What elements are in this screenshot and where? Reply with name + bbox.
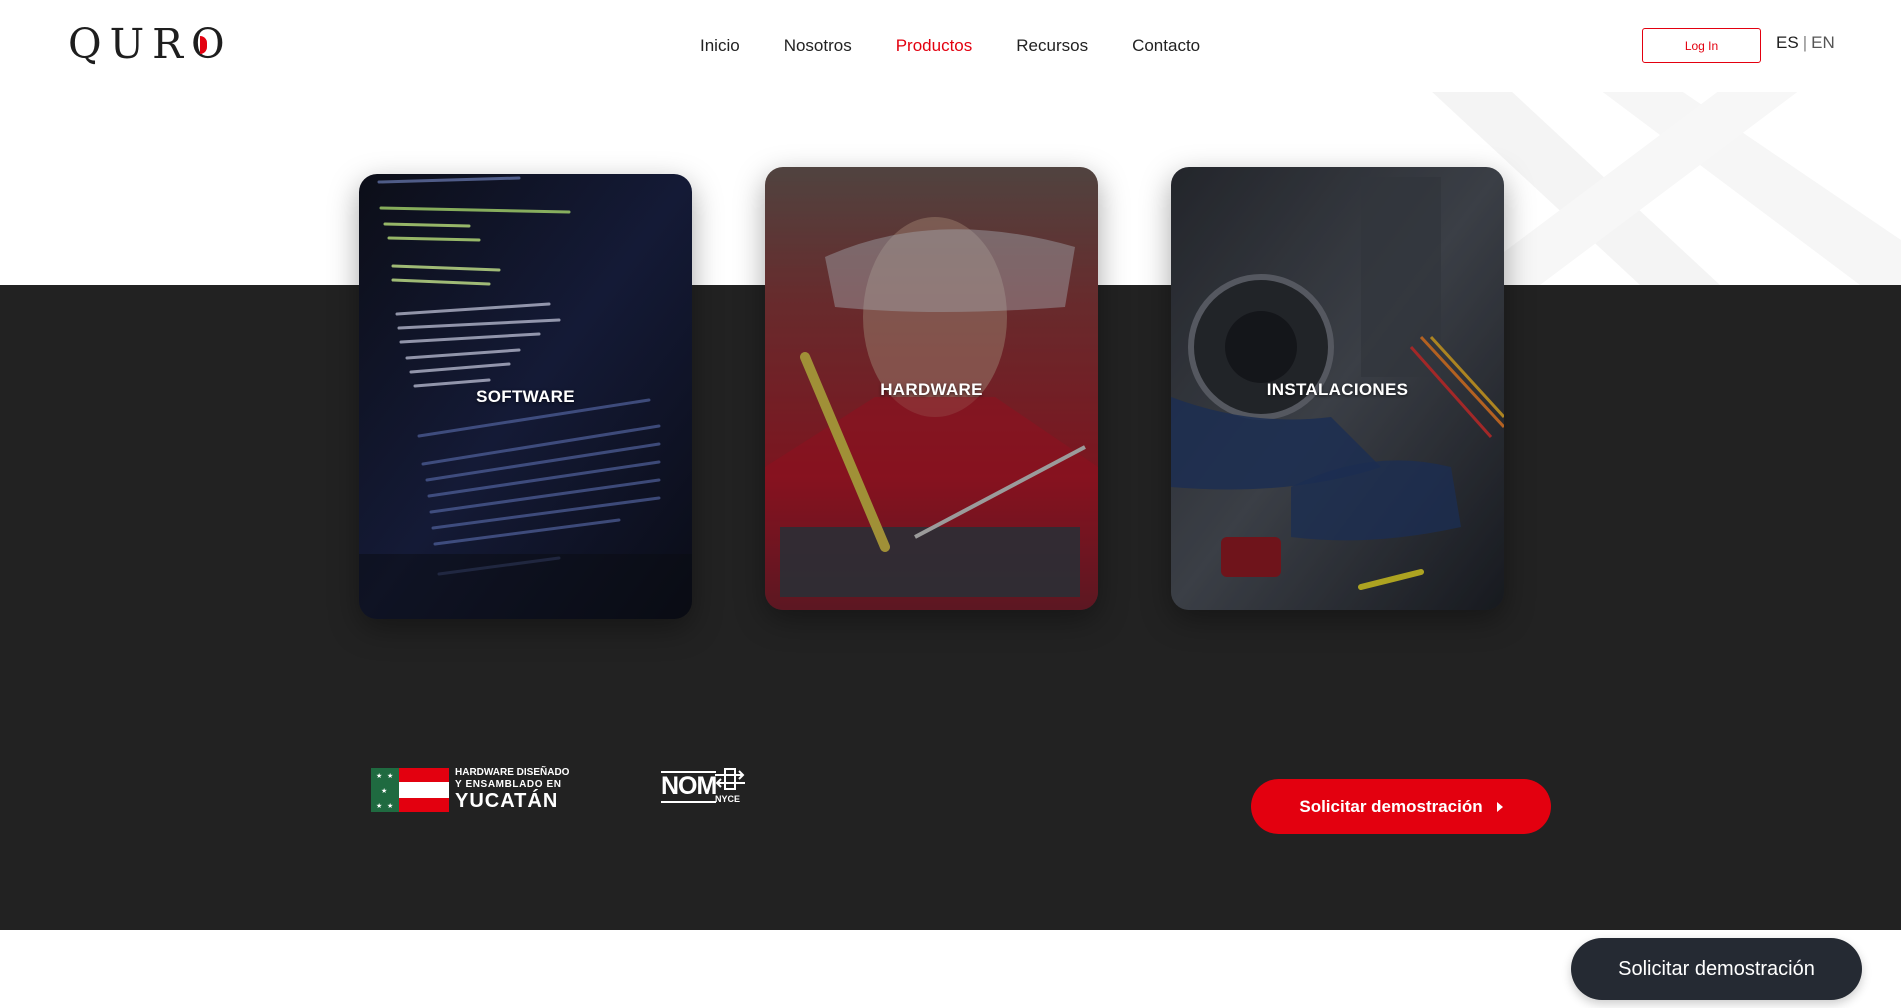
request-demo-label: Solicitar demostración: [1299, 796, 1483, 816]
yucatan-line2: Y ENSAMBLADO EN: [455, 779, 562, 790]
software-card[interactable]: SOFTWARE: [359, 174, 692, 619]
nom-nyce-certification-badge: NOM NYCE: [661, 767, 747, 807]
main-nav: Inicio Nosotros Productos Recursos Conta…: [700, 36, 1200, 56]
nav-contacto[interactable]: Contacto: [1132, 36, 1200, 56]
nav-nosotros[interactable]: Nosotros: [784, 36, 852, 56]
installations-card-title: INSTALACIONES: [1266, 380, 1409, 399]
lang-es[interactable]: ES: [1776, 33, 1799, 52]
installations-card[interactable]: INSTALACIONES: [1171, 167, 1504, 610]
quro-logo[interactable]: QURO: [68, 24, 233, 65]
nyce-text: NYCE: [715, 794, 741, 804]
svg-text:★: ★: [376, 802, 382, 810]
nav-productos[interactable]: Productos: [896, 36, 973, 56]
site-header: QURO Inicio Nosotros Productos Recursos …: [0, 0, 1901, 92]
hardware-card-title: HARDWARE: [880, 380, 983, 399]
svg-text:★: ★: [381, 787, 387, 795]
login-button[interactable]: Log In: [1642, 28, 1761, 63]
lang-separator: |: [1802, 33, 1808, 52]
lang-en[interactable]: EN: [1811, 33, 1835, 52]
yucatan-hardware-badge: ★ ★ ★ ★ ★ HARDWARE DISEÑADO Y ENSAMBLADO…: [371, 768, 576, 812]
svg-text:★: ★: [376, 772, 382, 780]
arrow-right-icon: [1496, 801, 1503, 812]
nav-inicio[interactable]: Inicio: [700, 36, 740, 56]
nyce-arrows-icon: [715, 768, 745, 790]
nom-logo-text: NOM: [661, 771, 717, 803]
svg-text:★: ★: [387, 772, 393, 780]
hardware-card[interactable]: HARDWARE: [765, 167, 1098, 610]
software-card-title: SOFTWARE: [476, 387, 575, 406]
yucatan-line1: HARDWARE DISEÑADO: [455, 767, 570, 778]
floating-request-demo-button[interactable]: Solicitar demostración: [1571, 938, 1862, 1000]
yucatan-line3: YUCATÁN: [455, 790, 559, 812]
svg-text:★: ★: [387, 802, 393, 810]
nav-recursos[interactable]: Recursos: [1016, 36, 1088, 56]
language-switcher: ES | EN: [1776, 33, 1835, 53]
request-demo-button[interactable]: Solicitar demostración: [1251, 779, 1551, 834]
